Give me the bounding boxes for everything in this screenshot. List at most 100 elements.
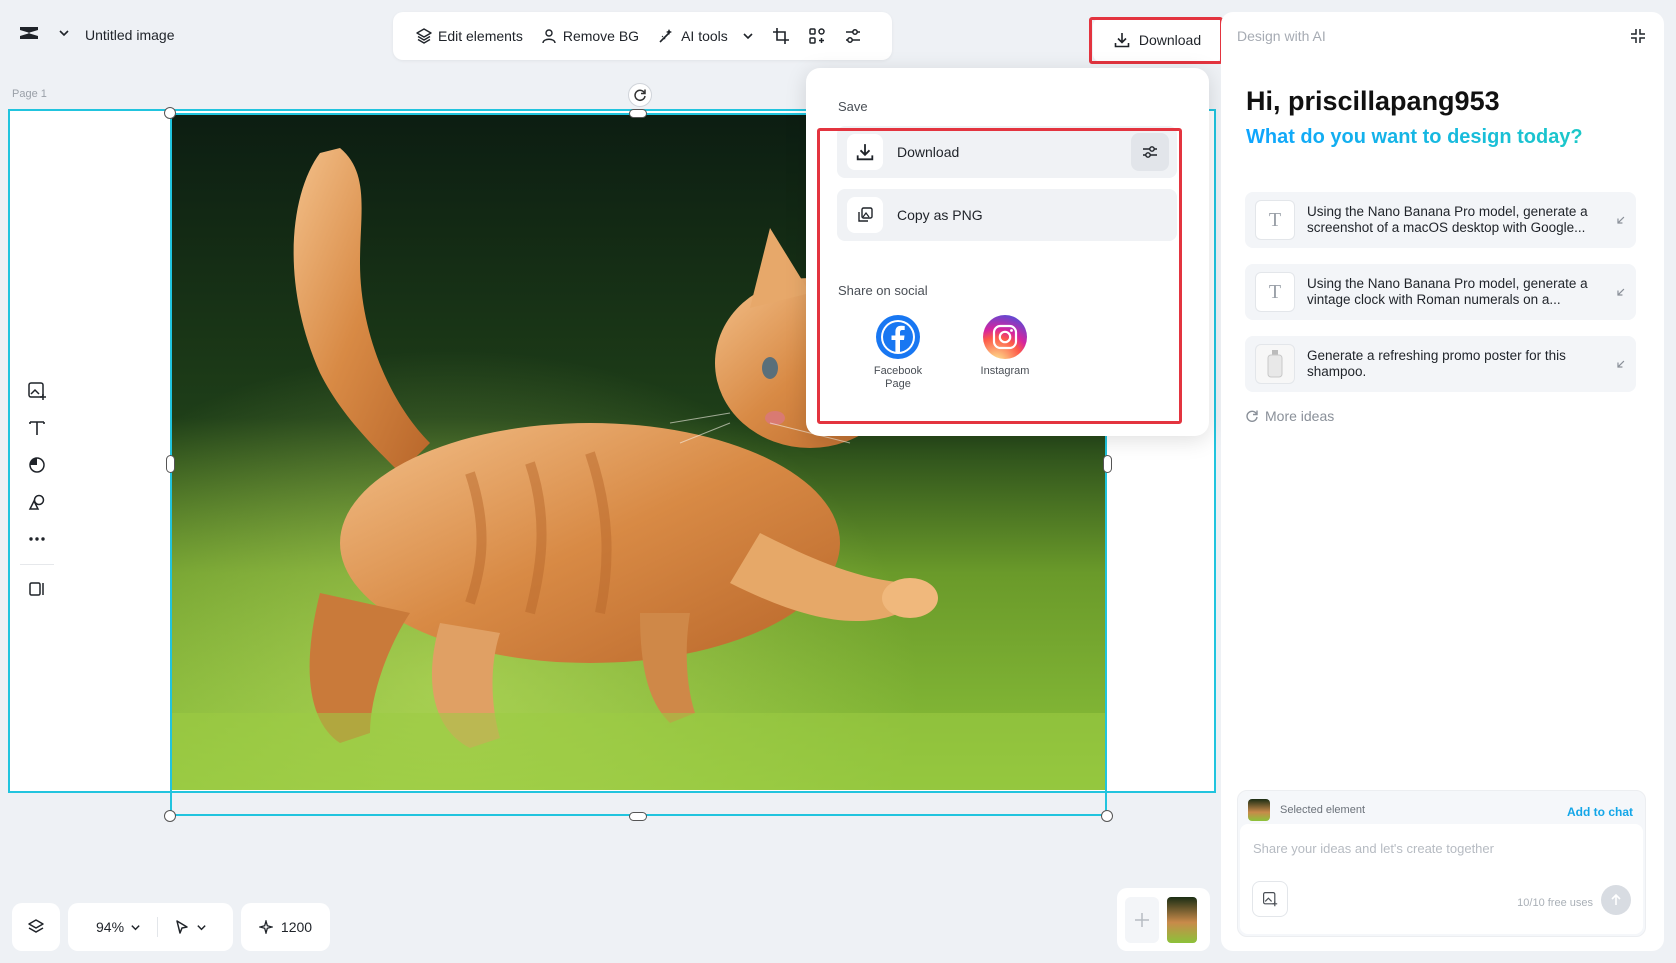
pointer-mode-dropdown[interactable] [174, 919, 207, 935]
instagram-label: Instagram [980, 365, 1030, 377]
resize-handle-br[interactable] [1101, 810, 1113, 822]
idea-card[interactable]: Generate a refreshing promo poster for t… [1245, 336, 1636, 392]
more-ideas-button[interactable]: More ideas [1245, 408, 1334, 424]
send-button[interactable] [1601, 885, 1631, 915]
ai-tools-button[interactable]: AI tools [648, 12, 763, 60]
share-facebook-button[interactable]: Facebook Page [858, 315, 938, 391]
page-label: Page 1 [12, 88, 47, 100]
zoom-control: 94% [68, 903, 233, 951]
add-page-button[interactable] [1125, 896, 1159, 943]
grid-scan-icon [809, 28, 825, 44]
download-option[interactable]: Download [837, 126, 1177, 178]
layers-icon [28, 919, 44, 933]
elements-tool[interactable] [16, 484, 58, 521]
chat-input-placeholder[interactable]: Share your ideas and let's create togeth… [1253, 841, 1494, 856]
text-tool[interactable] [16, 409, 58, 446]
add-image-icon [28, 381, 46, 400]
resize-handle-left[interactable] [166, 455, 175, 473]
share-instagram-button[interactable]: Instagram [965, 315, 1045, 377]
page-thumbnail[interactable] [1167, 896, 1197, 943]
shapes-tool[interactable] [16, 446, 58, 483]
add-to-chat-button[interactable]: Add to chat [1567, 805, 1633, 819]
resize-handle-top[interactable] [629, 109, 647, 118]
resize-handle-right[interactable] [1103, 455, 1112, 473]
remove-bg-button[interactable]: Remove BG [532, 12, 648, 60]
idea-text: Using the Nano Banana Pro model, generat… [1307, 276, 1588, 307]
more-tools[interactable] [16, 521, 58, 558]
download-settings-button[interactable] [1131, 133, 1169, 171]
layers-button[interactable] [12, 903, 60, 951]
top-toolbar: Edit elements Remove BG AI tools [393, 12, 892, 60]
more-icon [29, 537, 45, 541]
shape-icon [29, 457, 45, 473]
resize-handle-bl[interactable] [164, 810, 176, 822]
add-image-tool[interactable] [16, 372, 58, 409]
page-thumbnails [1117, 888, 1210, 951]
copy-png-option[interactable]: Copy as PNG [837, 189, 1177, 241]
idea-text: Generate a refreshing promo poster for t… [1307, 348, 1566, 379]
document-title[interactable]: Untitled image [85, 27, 175, 43]
attach-image-button[interactable] [1252, 881, 1288, 917]
arrow-up-icon [1611, 894, 1621, 905]
download-button[interactable]: Download [1093, 18, 1222, 62]
facebook-label: Facebook Page [873, 365, 923, 390]
idea-card[interactable]: T Using the Nano Banana Pro model, gener… [1245, 192, 1636, 248]
download-icon [1114, 33, 1130, 48]
cursor-icon [176, 920, 188, 934]
zoom-dropdown[interactable]: 94% [80, 919, 141, 935]
collapse-panel-button[interactable] [1630, 28, 1646, 44]
elements-icon [28, 494, 45, 510]
capcut-logo-icon [20, 27, 38, 39]
chat-composer: Selected element Add to chat Share your … [1237, 790, 1646, 937]
copy-option-icon-box [847, 197, 883, 233]
resize-handle-bottom[interactable] [629, 812, 647, 821]
left-tool-rail [16, 364, 58, 608]
credits-button[interactable]: 1200 [241, 903, 330, 951]
chevron-down-icon [59, 30, 69, 37]
crop-button[interactable] [763, 12, 799, 60]
edit-elements-label: Edit elements [438, 28, 523, 44]
share-heading: Share on social [838, 283, 928, 298]
idea-text: Using the Nano Banana Pro model, generat… [1307, 204, 1588, 235]
idea-card[interactable]: T Using the Nano Banana Pro model, gener… [1245, 264, 1636, 320]
rail-divider [20, 563, 54, 565]
free-uses-counter: 10/10 free uses [1517, 897, 1593, 909]
sliders-icon [845, 29, 860, 43]
add-image-icon [1263, 892, 1278, 907]
download-option-icon-box [847, 134, 883, 170]
zoom-value: 94% [96, 919, 125, 935]
sparkle-icon [258, 920, 273, 934]
arrow-down-left-icon [1617, 360, 1625, 368]
credits-value: 1200 [280, 919, 313, 935]
more-ideas-label: More ideas [1265, 408, 1335, 424]
zoom-divider [157, 917, 159, 937]
text-icon [29, 420, 45, 435]
greeting: Hi, priscillapang953 [1246, 86, 1500, 116]
selected-element-label: Selected element [1280, 804, 1365, 816]
person-icon [542, 29, 556, 44]
resize-handle-tl[interactable] [164, 107, 176, 119]
selected-element-row: Selected element [1248, 799, 1365, 821]
chat-input-box[interactable]: Share your ideas and let's create togeth… [1240, 824, 1643, 934]
crop-icon [772, 28, 789, 44]
text-icon: T [1255, 272, 1295, 312]
layers-icon [416, 28, 432, 44]
refresh-icon [1246, 410, 1258, 422]
ai-tools-label: AI tools [681, 28, 728, 44]
present-tool[interactable] [16, 571, 58, 608]
collapse-icon [1631, 29, 1645, 43]
plus-icon [1135, 912, 1149, 927]
magic-wand-icon [659, 29, 673, 43]
app-logo-menu[interactable] [18, 24, 70, 42]
download-icon [856, 144, 874, 161]
chevron-down-icon [743, 33, 753, 40]
rotate-handle[interactable] [628, 83, 652, 107]
download-label: Download [1138, 32, 1202, 48]
download-option-label: Download [897, 144, 960, 160]
sliders-icon [1143, 146, 1157, 158]
download-menu: Save Download Copy as PNG Share on socia… [806, 68, 1209, 436]
edit-elements-button[interactable]: Edit elements [407, 12, 532, 60]
selected-element-thumbnail [1248, 799, 1270, 821]
smart-select-button[interactable] [799, 12, 835, 60]
adjust-button[interactable] [835, 12, 871, 60]
